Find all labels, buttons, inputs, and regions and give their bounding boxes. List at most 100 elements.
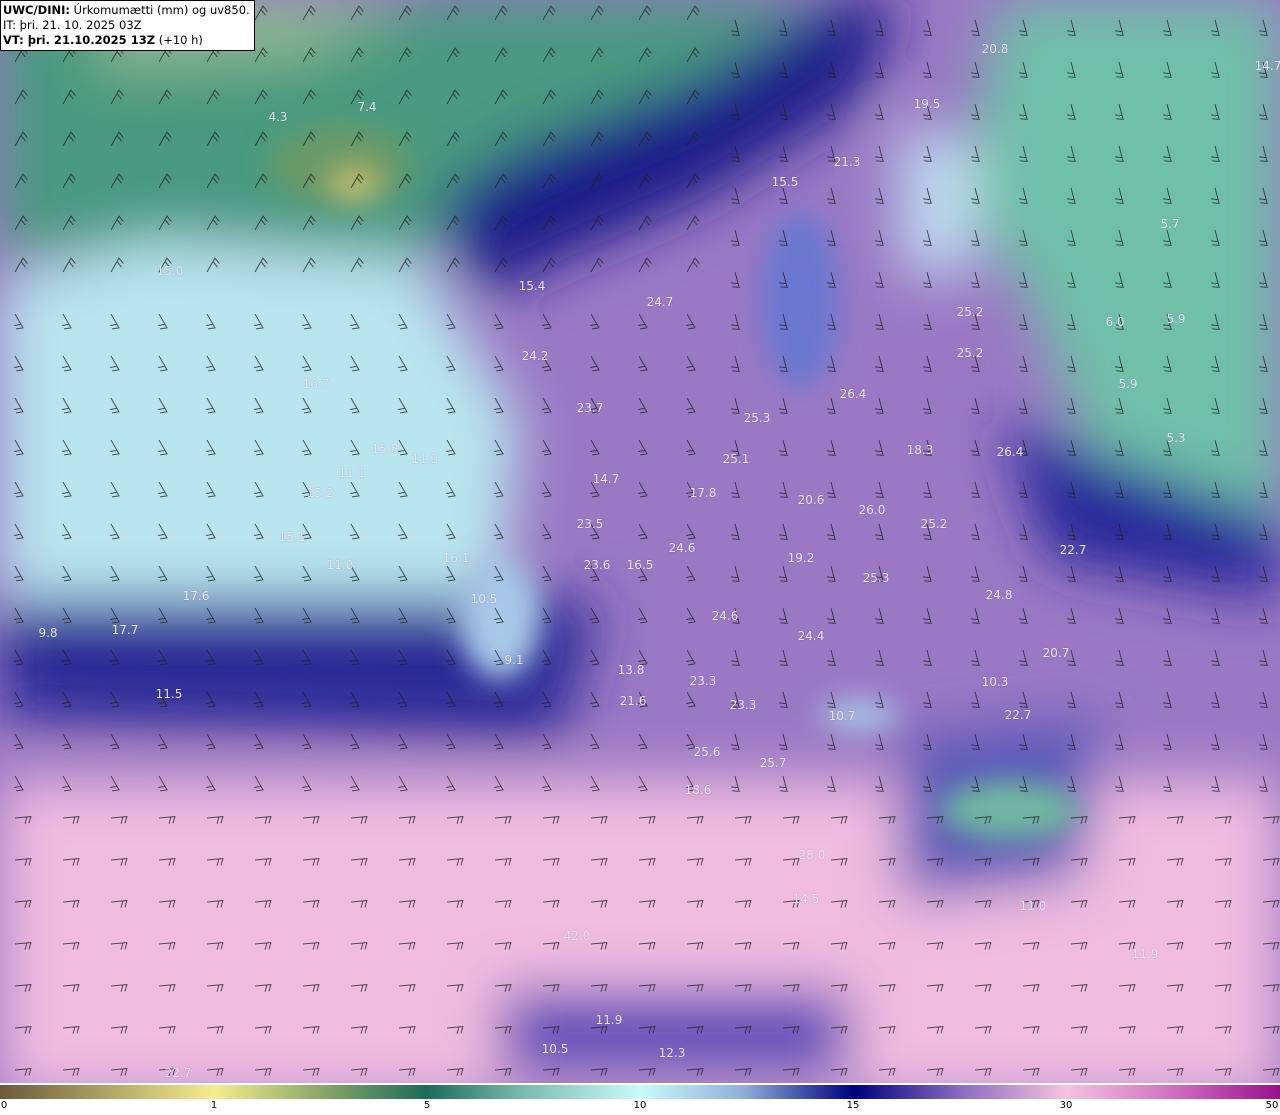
wind-barb — [731, 187, 740, 205]
wind-barb — [779, 187, 788, 205]
wind-barb — [779, 523, 788, 541]
wind-barb — [638, 607, 648, 624]
wind-barb — [158, 733, 168, 750]
wind-barb — [875, 523, 884, 541]
field-name: Úrkomumætti (mm) og uv850. — [73, 3, 250, 17]
value-label: 25.3 — [862, 571, 890, 585]
map-title: UWC/DINI: Úrkomumætti (mm) og uv850. IT:… — [0, 0, 255, 51]
wind-barb — [1115, 649, 1124, 667]
wind-barb — [731, 523, 740, 541]
wind-barb — [923, 61, 932, 79]
wind-barb — [14, 257, 28, 273]
value-label: 24.6 — [668, 541, 696, 555]
wind-barb — [827, 523, 836, 541]
wind-barb — [686, 649, 696, 666]
wind-barb — [731, 565, 740, 583]
value-label: 19.2 — [787, 551, 815, 565]
value-label: 26.0 — [858, 503, 886, 517]
value-label: 10.5 — [470, 592, 498, 606]
wind-barb — [638, 523, 648, 540]
wind-barb — [875, 355, 884, 373]
wind-barb — [827, 187, 836, 205]
value-label: 25.2 — [920, 517, 948, 531]
lead-time: (+10 h) — [158, 33, 203, 47]
wind-barb — [1259, 691, 1268, 709]
wind-barb — [827, 397, 836, 415]
value-label: 22.7 — [1059, 543, 1087, 557]
wind-barb — [971, 607, 980, 625]
value-label: 23.7 — [576, 401, 604, 415]
wind-barb — [1163, 733, 1172, 751]
wind-barb — [923, 565, 932, 583]
wind-barb — [779, 439, 788, 457]
value-label: 11.9 — [595, 1013, 623, 1027]
wind-barb — [686, 397, 696, 414]
wind-barb — [542, 313, 552, 330]
wind-barb — [686, 523, 696, 540]
wind-barb — [686, 691, 696, 708]
model-name: UWC/DINI: — [3, 3, 70, 17]
value-label: 16.1 — [442, 551, 470, 565]
value-label: 11.9 — [1131, 947, 1159, 961]
wind-barb — [875, 103, 884, 121]
value-label: 22.7 — [1004, 708, 1032, 722]
value-label: 9.8 — [38, 626, 58, 640]
value-label: 42.0 — [563, 929, 591, 943]
value-label: 16.7 — [302, 377, 330, 391]
value-label: 4.3 — [268, 110, 288, 124]
value-label: 21.6 — [619, 694, 647, 708]
value-label: 25.2 — [956, 346, 984, 360]
wind-barb — [1019, 649, 1028, 667]
wind-barb — [686, 215, 700, 231]
wind-barb — [731, 355, 740, 373]
wind-barb — [1259, 649, 1268, 667]
wind-barb — [827, 607, 836, 625]
wind-barb — [542, 439, 552, 456]
wind-barb — [686, 439, 696, 456]
wind-barb — [638, 397, 648, 414]
wind-barb — [875, 313, 884, 331]
wind-barb — [638, 355, 648, 372]
value-label: 5.7 — [1160, 217, 1180, 231]
wind-barb — [206, 733, 216, 750]
field-shading — [0, 0, 1280, 1083]
wind-barb — [923, 313, 932, 331]
wind-barb — [1115, 607, 1124, 625]
wind-barb — [923, 607, 932, 625]
wind-barb — [923, 19, 932, 37]
wind-barb — [875, 397, 884, 415]
wind-barb — [875, 271, 884, 289]
wind-barb — [971, 565, 980, 583]
wind-barb — [827, 481, 836, 499]
wind-barb — [827, 649, 836, 667]
wind-barb — [731, 229, 740, 247]
value-label: 11.5 — [155, 687, 183, 701]
valid-time: VT: þri. 21.10.2025 13Z — [3, 33, 156, 47]
colorbar-tick: 10 — [633, 1100, 647, 1111]
wind-barb — [731, 397, 740, 415]
wind-barb — [731, 733, 740, 751]
wind-barb — [542, 397, 552, 414]
value-label: 22.7 — [164, 1066, 192, 1080]
value-label: 20.6 — [797, 493, 825, 507]
wind-barb — [686, 257, 700, 273]
wind-barb — [875, 145, 884, 163]
colorbar-tick: 30 — [1059, 1100, 1073, 1111]
wind-barb — [875, 481, 884, 499]
value-label: 25.6 — [693, 745, 721, 759]
wind-barb — [686, 565, 696, 582]
value-label: 24.7 — [646, 295, 674, 309]
wind-barb — [638, 481, 648, 498]
wind-barb — [542, 481, 552, 498]
wind-barb — [779, 481, 788, 499]
wind-barb — [875, 187, 884, 205]
wind-barb — [14, 733, 24, 750]
wind-barb — [1019, 313, 1028, 331]
wind-barb — [875, 733, 884, 751]
colorbar-tick: 50 — [1265, 1100, 1279, 1111]
colorbar-tick: 15 — [846, 1100, 860, 1111]
wind-barb — [686, 607, 696, 624]
value-label: 18.3 — [906, 443, 934, 457]
wind-barb — [494, 355, 504, 372]
wind-barb — [971, 439, 980, 457]
